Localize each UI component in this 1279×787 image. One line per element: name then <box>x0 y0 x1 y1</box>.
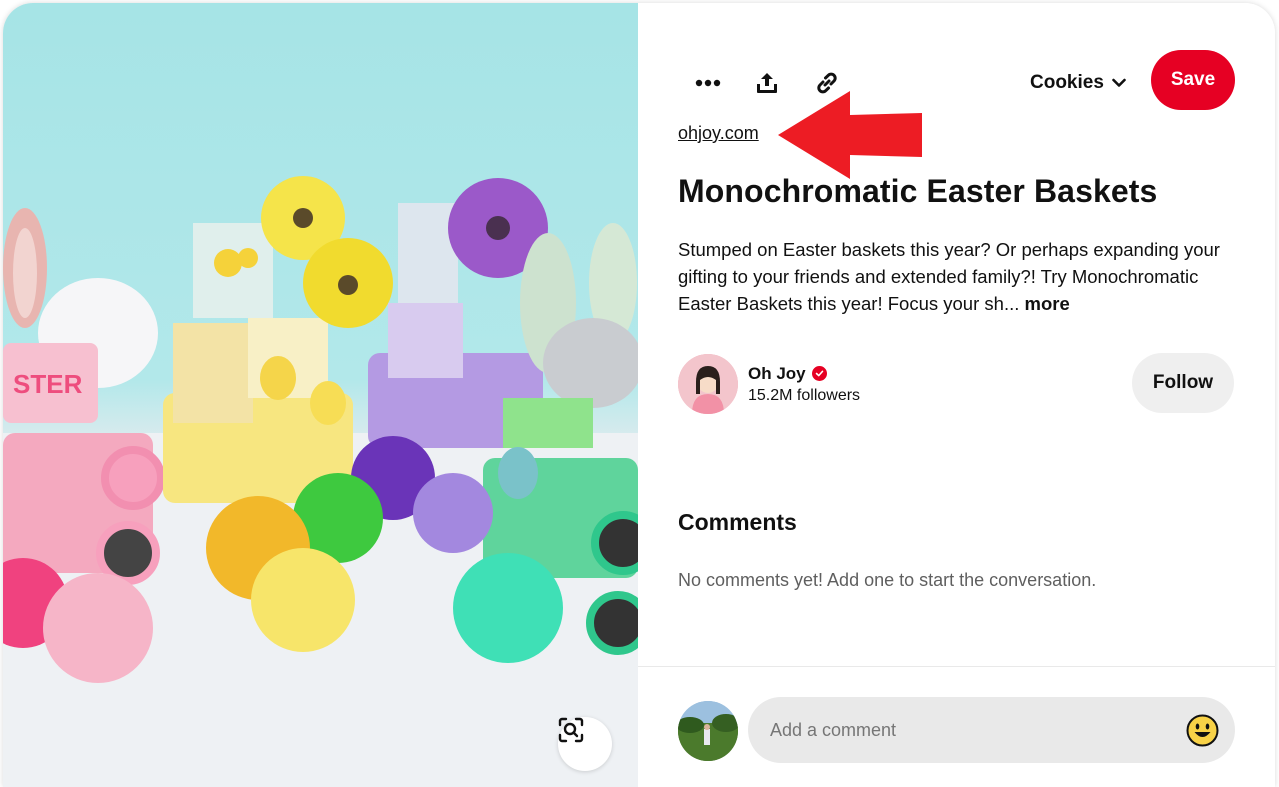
comment-input[interactable] <box>770 719 1170 741</box>
chevron-down-icon <box>1112 78 1126 87</box>
creator-photo <box>678 354 738 414</box>
board-name: Cookies <box>1030 72 1104 93</box>
visual-search-icon <box>558 717 584 743</box>
pin-details-panel: Cookies Save ohjoy.com Monochromatic Eas… <box>638 3 1275 787</box>
no-comments-message: No comments yet! Add one to start the co… <box>678 570 1097 590</box>
ellipsis-icon <box>695 79 721 87</box>
red-arrow-annotation <box>778 91 922 179</box>
follower-count: 15.2M followers <box>748 386 861 404</box>
description-ellipsis: ... <box>1003 293 1020 314</box>
easter-baskets-photo: STER <box>3 176 638 787</box>
pin-description: Stumped on Easter baskets this year? Or … <box>678 236 1238 317</box>
pin-closeup-card: STER Cookies Save ohjoy.com Monochromati… <box>3 3 1275 787</box>
creator-section: Oh Joy 15.2M followers <box>678 353 860 415</box>
more-link[interactable]: more <box>1019 293 1069 314</box>
creator-name[interactable]: Oh Joy <box>748 364 806 384</box>
pin-title: Monochromatic Easter Baskets <box>678 173 1158 209</box>
creator-avatar[interactable] <box>678 354 738 414</box>
creator-name-row: Oh Joy <box>748 364 860 384</box>
description-text: Stumped on Easter baskets this year? Or … <box>678 239 1220 314</box>
svg-text:STER: STER <box>13 369 83 399</box>
source-link[interactable]: ohjoy.com <box>678 123 759 144</box>
board-selector[interactable]: Cookies <box>1030 67 1126 99</box>
pin-image[interactable]: STER <box>3 3 638 787</box>
comment-composer <box>748 697 1235 763</box>
smiley-emoji-icon <box>1186 714 1219 747</box>
comments-heading: Comments <box>678 509 797 535</box>
follow-button[interactable]: Follow <box>1132 353 1234 413</box>
current-user-avatar <box>678 701 738 761</box>
more-options-button[interactable] <box>686 61 730 105</box>
save-button[interactable]: Save <box>1151 50 1235 110</box>
divider <box>638 666 1275 667</box>
emoji-button[interactable] <box>1186 714 1219 747</box>
verified-badge-icon <box>811 366 827 381</box>
current-user-photo <box>678 701 738 761</box>
visual-search-button[interactable] <box>558 717 612 771</box>
